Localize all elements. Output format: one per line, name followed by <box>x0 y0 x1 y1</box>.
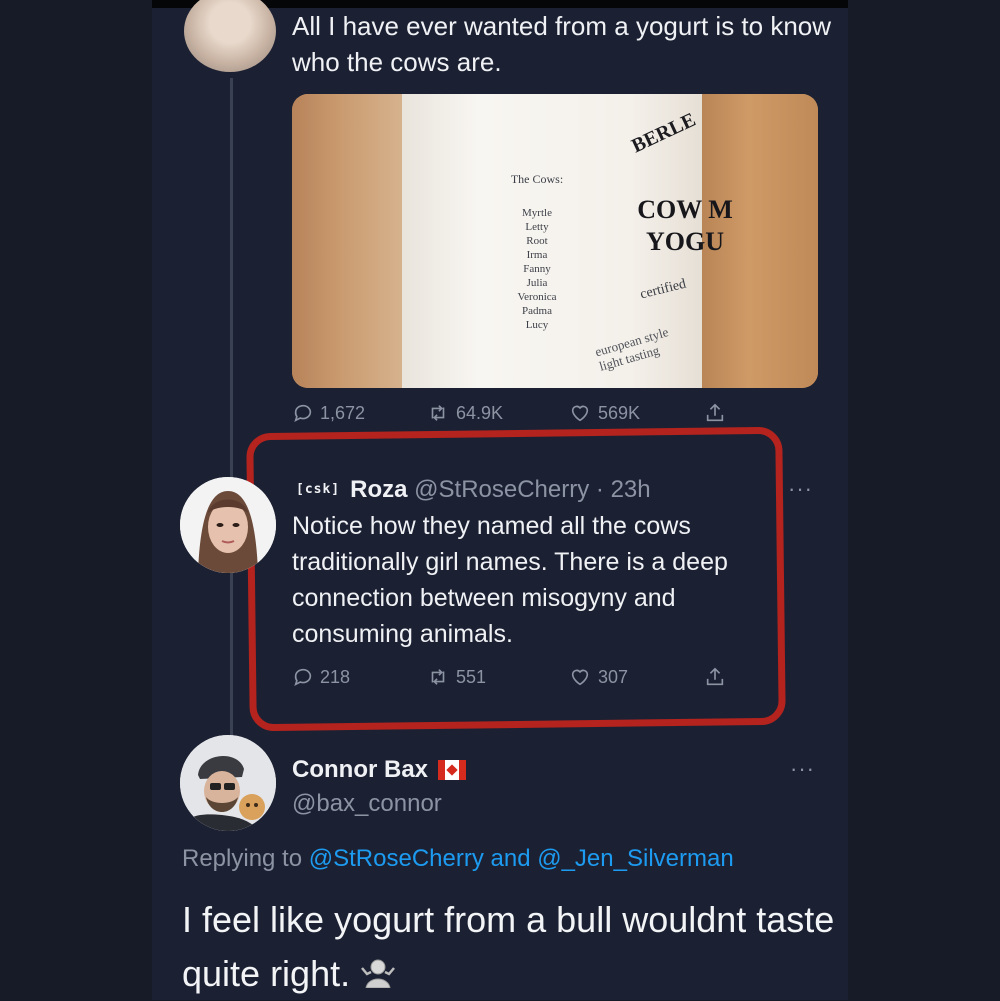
mention-link[interactable]: @_Jen_Silverman <box>537 845 733 872</box>
like-count: 307 <box>598 666 629 687</box>
tweet-text-content: I feel like yogurt from a bull wouldnt t… <box>182 899 835 994</box>
share-button[interactable] <box>704 402 726 424</box>
replying-to: Replying to @StRoseCherry and @_Jen_Silv… <box>182 845 734 873</box>
cow-name: Veronica <box>517 291 557 303</box>
retweet-icon <box>431 405 445 421</box>
replying-to-label: Replying to <box>182 845 303 872</box>
retweet-count: 64.9K <box>456 402 504 423</box>
display-name[interactable]: Connor Bax <box>292 756 467 784</box>
reply-count: 218 <box>320 666 351 687</box>
avatar[interactable] <box>180 735 276 831</box>
tweet-photo[interactable]: The Cows: Myrtle Letty Root Irma Fanny J… <box>292 94 818 388</box>
like-icon <box>571 669 589 686</box>
cow-name: Lucy <box>525 319 549 331</box>
like-count: 569K <box>598 402 641 423</box>
photo-background-left <box>292 94 402 388</box>
tweet-text: Notice how they named all the cows tradi… <box>292 512 728 648</box>
thread-connector <box>230 78 233 738</box>
cow-name: Root <box>526 235 548 247</box>
cow-name: Padma <box>522 305 552 317</box>
like-icon <box>571 405 589 422</box>
share-icon <box>706 403 724 422</box>
tweet-text: I feel like yogurt from a bull wouldnt t… <box>182 893 862 1001</box>
handle-time[interactable]: @StRoseCherry · 23h <box>414 476 650 503</box>
mention-link[interactable]: @StRoseCherry <box>309 845 484 872</box>
cow-list-heading: The Cows: <box>510 172 564 186</box>
user-handle[interactable]: @bax_connor <box>292 790 442 818</box>
name-tag: [csk] <box>296 482 341 497</box>
avatar-photo <box>180 477 276 573</box>
like-button[interactable]: 307 <box>568 666 628 688</box>
retweet-icon <box>431 669 445 685</box>
reply-button[interactable]: 218 <box>292 666 350 688</box>
display-name-text: Connor Bax <box>292 756 429 783</box>
jar-product-name: COW M YOGU <box>610 194 760 258</box>
reply-button[interactable]: 1,672 <box>292 402 365 424</box>
avatar-photo <box>180 735 276 831</box>
mention-and[interactable]: and <box>491 845 531 872</box>
cow-name: Irma <box>526 249 548 261</box>
cow-name: Letty <box>525 221 549 233</box>
reply-count: 1,672 <box>320 402 366 423</box>
jar-product-line: COW M <box>637 195 733 224</box>
cow-name: Fanny <box>523 263 551 275</box>
more-icon[interactable]: ··· <box>790 756 815 782</box>
retweet-count: 551 <box>456 666 487 687</box>
tweet-actions: 218 551 307 <box>292 666 752 696</box>
shrug-emoji <box>361 959 396 988</box>
retweet-button[interactable]: 551 <box>426 666 486 688</box>
canada-flag-icon <box>438 760 467 780</box>
reply-icon <box>294 404 312 422</box>
display-name[interactable]: Roza <box>350 476 407 503</box>
share-button[interactable] <box>704 666 726 688</box>
cow-list: The Cows: Myrtle Letty Root Irma Fanny J… <box>482 172 592 332</box>
tweet-text: All I have ever wanted from a yogurt is … <box>292 11 832 77</box>
retweet-button[interactable]: 64.9K <box>426 402 503 424</box>
like-button[interactable]: 569K <box>568 402 640 424</box>
tweet-header: [csk] Roza @StRoseCherry · 23h <box>296 476 651 504</box>
cow-name: Julia <box>526 277 548 289</box>
cow-name: Myrtle <box>522 207 552 219</box>
more-icon[interactable]: ··· <box>788 476 813 502</box>
jar-product-line: YOGU <box>646 227 724 256</box>
reply-icon <box>294 668 312 686</box>
avatar[interactable] <box>180 477 276 573</box>
share-icon <box>706 667 724 686</box>
